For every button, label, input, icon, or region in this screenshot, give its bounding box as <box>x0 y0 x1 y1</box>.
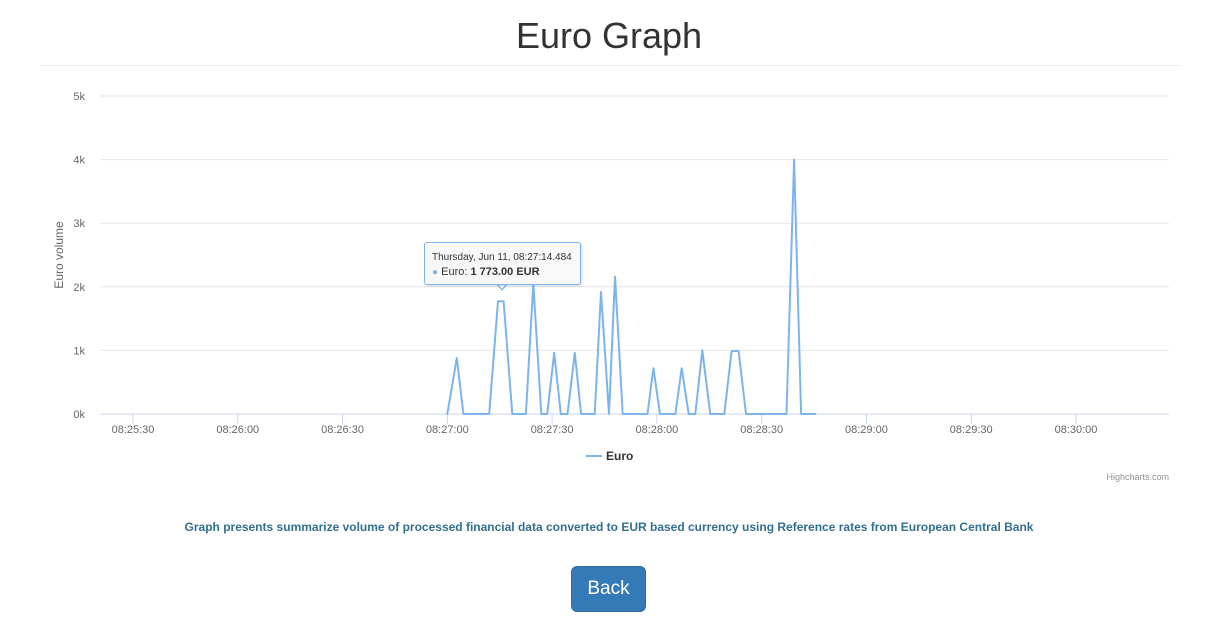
tooltip-series-label: Euro: <box>441 266 471 278</box>
x-tick-label: 08:26:30 <box>321 424 364 436</box>
x-tick-label: 08:27:30 <box>531 424 574 436</box>
x-tick-label: 08:29:00 <box>845 424 888 436</box>
y-tick-label: 0k <box>73 409 85 421</box>
tooltip-header: Thursday, Jun 11, 08:27:14.484 <box>432 252 572 263</box>
x-tick-label: 08:28:00 <box>635 424 678 436</box>
y-tick-label: 5k <box>73 91 85 103</box>
legend-item-euro[interactable]: Euro <box>606 449 633 463</box>
x-tick-label: 08:26:00 <box>216 424 259 436</box>
y-axis-title: Euro volume <box>52 221 66 289</box>
back-button[interactable]: Back <box>571 566 646 612</box>
tooltip-row: ● Euro: 1 773.00 EUR <box>432 265 573 280</box>
y-tick-label: 2k <box>73 282 85 294</box>
chart-caption: Graph presents summarize volume of proce… <box>184 520 1034 534</box>
x-tick-label: 08:30:00 <box>1055 424 1098 436</box>
x-tick-label: 08:28:30 <box>740 424 783 436</box>
euro-volume-chart: 0k 1k 2k 3k 4k 5k Euro volume 08:25:30 08:26:00 0… <box>52 91 1169 463</box>
y-tick-label: 3k <box>73 218 85 230</box>
x-tick-label: 08:27:00 <box>426 424 469 436</box>
x-tick-label: 08:29:30 <box>950 424 993 436</box>
tooltip-series-dot-icon: ● <box>432 267 439 278</box>
y-tick-label: 4k <box>73 155 85 167</box>
chart-tooltip: Thursday, Jun 11, 08:27:14.484 ● Euro: 1… <box>424 242 581 285</box>
page-title: Euro Graph <box>515 15 703 56</box>
title-divider <box>40 65 1180 66</box>
tooltip-value: 1 773.00 EUR <box>470 266 540 278</box>
chart-credit-link[interactable]: Highcharts.com <box>1060 472 1169 482</box>
x-tick-label: 08:25:30 <box>112 424 155 436</box>
y-tick-label: 1k <box>73 345 85 357</box>
